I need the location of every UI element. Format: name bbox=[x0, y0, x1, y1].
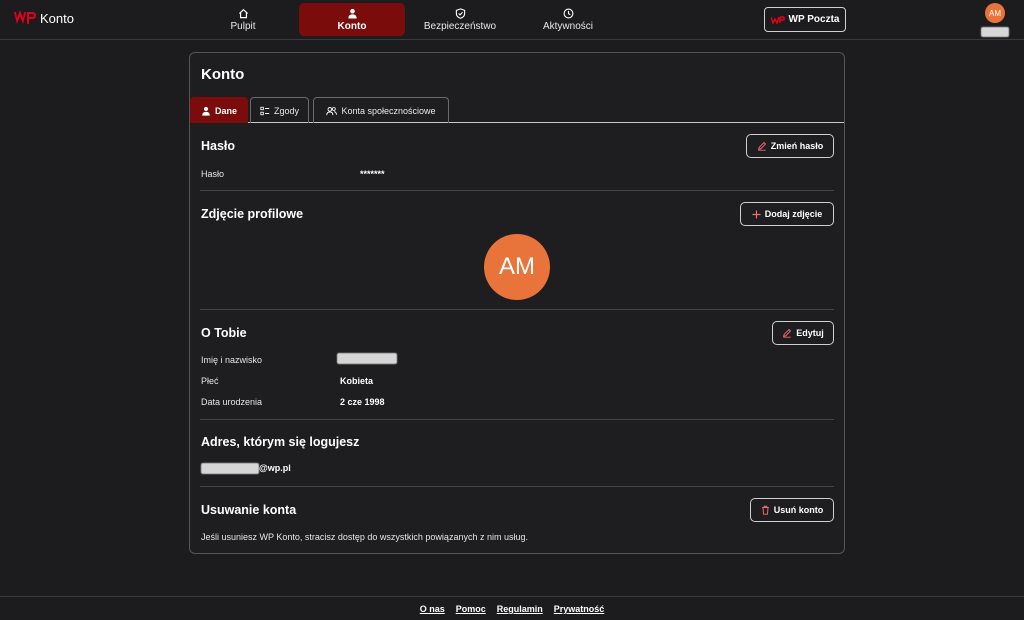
profile-avatar: AM bbox=[484, 234, 550, 300]
button-label: Zmień hasło bbox=[770, 141, 824, 151]
nav-item-pulpit[interactable]: Pulpit bbox=[193, 3, 293, 36]
tab-konta-spolecznosciowe[interactable]: Konta społecznościowe bbox=[313, 97, 449, 123]
section-divider bbox=[200, 486, 834, 487]
wp-poczta-label: WP Poczta bbox=[788, 14, 840, 25]
footer-link-prywatnosc[interactable]: Prywatność bbox=[554, 604, 605, 614]
section-title-login-address: Adres, którym się logujesz bbox=[201, 435, 360, 449]
trash-icon bbox=[761, 505, 769, 515]
logo-text: Konto bbox=[40, 10, 74, 26]
pencil-icon bbox=[783, 328, 792, 338]
nav-item-konto[interactable]: Konto bbox=[299, 3, 405, 36]
wp-poczta-button[interactable]: WP Poczta bbox=[764, 7, 846, 32]
add-photo-button[interactable]: Dodaj zdjęcie bbox=[740, 202, 834, 226]
section-divider bbox=[200, 309, 834, 310]
user-name-redacted bbox=[981, 27, 1009, 37]
users-icon bbox=[326, 106, 338, 115]
plus-icon bbox=[752, 209, 761, 219]
section-divider bbox=[200, 190, 834, 191]
button-label: Usuń konto bbox=[773, 505, 824, 515]
nav-label: Konto bbox=[337, 20, 367, 32]
email-local-part-redacted bbox=[201, 463, 259, 474]
clock-icon bbox=[563, 8, 573, 18]
name-label: Imię i nazwisko bbox=[201, 355, 263, 365]
footer-divider bbox=[0, 596, 1024, 597]
footer: O nas Pomoc Regulamin Prywatność bbox=[0, 604, 1024, 614]
birth-date-value: 2 cze 1998 bbox=[340, 397, 385, 407]
pencil-icon bbox=[757, 141, 766, 151]
nav-item-aktywnosci[interactable]: Aktywności bbox=[520, 3, 616, 36]
footer-link-pomoc[interactable]: Pomoc bbox=[456, 604, 486, 614]
gender-label: Płeć bbox=[201, 376, 219, 386]
shield-icon bbox=[455, 7, 465, 19]
checklist-icon bbox=[260, 106, 270, 115]
nav-label: Bezpieczeństwo bbox=[423, 20, 497, 32]
delete-account-description: Jeśli usuniesz WP Konto, stracisz dostęp… bbox=[201, 532, 528, 542]
tab-label: Dane bbox=[214, 105, 237, 116]
tab-dane[interactable]: Dane bbox=[190, 97, 248, 123]
home-icon bbox=[238, 8, 248, 18]
gender-value: Kobieta bbox=[340, 376, 374, 386]
name-value-redacted bbox=[337, 353, 397, 364]
footer-link-regulamin[interactable]: Regulamin bbox=[497, 604, 543, 614]
tab-label: Zgody bbox=[273, 105, 299, 116]
wp-logo[interactable]: Konto bbox=[13, 10, 74, 26]
delete-account-button[interactable]: Usuń konto bbox=[750, 498, 834, 522]
email-domain: @wp.pl bbox=[259, 463, 291, 473]
user-icon bbox=[347, 8, 357, 19]
user-icon bbox=[202, 106, 210, 116]
page-title: Konto bbox=[201, 66, 245, 83]
birth-date-label: Data urodzenia bbox=[201, 397, 263, 407]
button-label: Edytuj bbox=[796, 328, 824, 338]
section-title-password: Hasło bbox=[201, 139, 236, 153]
tab-zgody[interactable]: Zgody bbox=[250, 97, 309, 123]
section-divider bbox=[200, 419, 834, 420]
top-navigation-bar: Konto Pulpit Konto Bezpieczeństwo Aktywn… bbox=[0, 0, 1024, 40]
section-title-delete-account: Usuwanie konta bbox=[201, 503, 297, 517]
tab-label: Konta społecznościowe bbox=[341, 105, 436, 116]
password-label: Hasło bbox=[201, 169, 225, 179]
edit-about-button[interactable]: Edytuj bbox=[772, 321, 834, 345]
nav-label: Pulpit bbox=[230, 20, 256, 32]
user-avatar[interactable]: AM bbox=[985, 3, 1005, 23]
section-title-profile-photo: Zdjęcie profilowe bbox=[201, 207, 304, 221]
nav-label: Aktywności bbox=[542, 20, 593, 32]
wp-logo-icon bbox=[14, 10, 36, 24]
password-value: ******* bbox=[360, 169, 385, 179]
section-title-about: O Tobie bbox=[201, 326, 247, 340]
button-label: Dodaj zdjęcie bbox=[764, 209, 823, 219]
account-card: Konto Dane Zgody Konta społecznościowe H… bbox=[189, 52, 845, 554]
change-password-button[interactable]: Zmień hasło bbox=[746, 134, 834, 158]
account-tabs: Dane Zgody Konta społecznościowe bbox=[190, 97, 844, 123]
nav-item-bezpieczenstwo[interactable]: Bezpieczeństwo bbox=[412, 3, 508, 36]
wp-poczta-icon bbox=[770, 15, 785, 24]
footer-link-o-nas[interactable]: O nas bbox=[420, 604, 445, 614]
